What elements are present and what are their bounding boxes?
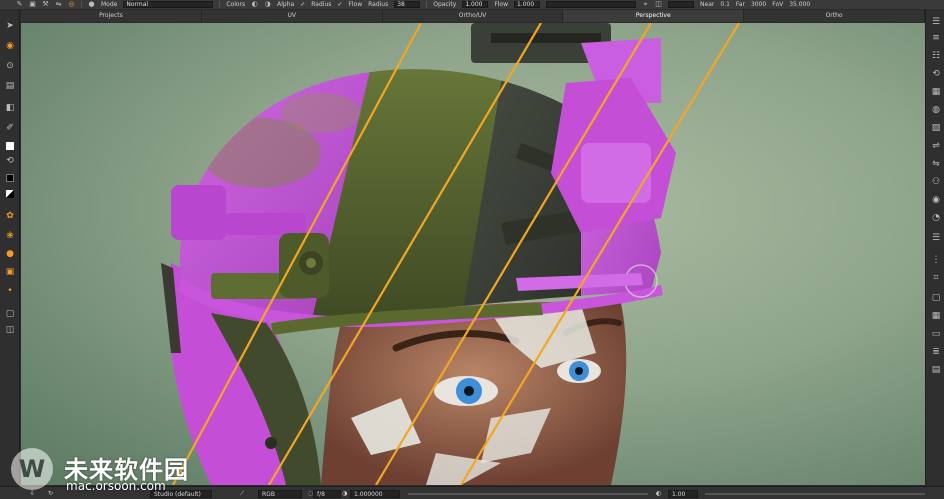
materials-icon[interactable]: ◉ <box>930 194 942 206</box>
lasso-icon[interactable]: ◫ <box>4 324 16 336</box>
clone-icon[interactable]: ⊙ <box>4 60 16 72</box>
tab-perspective[interactable]: Perspective <box>563 10 745 22</box>
mode-label: Mode <box>101 1 118 8</box>
camera-select[interactable] <box>668 1 695 8</box>
far-label: Far <box>735 1 745 8</box>
grid-icon[interactable]: ⋮ <box>930 254 942 266</box>
radius-toggle-label[interactable]: Radius <box>311 1 331 8</box>
camera-icon[interactable]: ⚇ <box>930 176 942 188</box>
fov-value[interactable]: 35.000 <box>789 1 810 8</box>
tab-ortho[interactable]: Ortho <box>744 10 925 22</box>
top-toolbar: ✎ ▣ ⚒ ⇋ ◎ ● Mode Normal Colors ◐ ◑ Alpha… <box>0 0 944 9</box>
mode-select[interactable]: Normal <box>123 1 214 8</box>
paint-bucket-icon[interactable]: ✿ <box>4 210 16 222</box>
face <box>321 301 627 485</box>
watermark-url: mac.orsoon.com <box>66 479 166 493</box>
flow-checkbox[interactable]: ✓ <box>337 1 342 8</box>
background-color-swatch[interactable] <box>4 172 16 184</box>
channel-select[interactable]: RGB <box>258 490 302 498</box>
layers-icon[interactable]: ≡ <box>930 32 942 44</box>
tab-ortho-uv[interactable]: Ortho/UV <box>383 10 564 22</box>
near-value[interactable]: 0.1 <box>720 1 730 8</box>
exposure-field[interactable]: 1.000000 <box>350 490 400 498</box>
palette-icon[interactable]: ▦ <box>930 86 942 98</box>
smear-icon[interactable]: ▤ <box>4 80 16 92</box>
tab-uv[interactable]: UV <box>202 10 383 22</box>
near-label: Near <box>700 1 715 8</box>
viewport-3d[interactable] <box>21 23 925 485</box>
gamma-slider[interactable] <box>705 493 925 495</box>
foreground-color-swatch[interactable] <box>4 140 16 152</box>
watermark-logo: W <box>11 448 53 490</box>
menu-icon[interactable]: ☰ <box>930 16 942 28</box>
lighting-icon[interactable]: ⇋ <box>930 158 942 170</box>
stack-icon[interactable]: ≣ <box>930 346 942 358</box>
filter-icon[interactable]: ▤ <box>930 364 942 376</box>
left-toolbar: ➤ ◉ ⊙ ▤ ◧ ✐ ⟲ ✿ ❀ ● ▣ • ▢ ◫ <box>0 10 20 485</box>
shader-icon[interactable]: ⇌ <box>930 140 942 152</box>
viewport-icon[interactable]: ▢ <box>930 292 942 304</box>
list-icon[interactable]: ☷ <box>930 50 942 62</box>
toolbar-divider <box>81 1 82 8</box>
sphere-icon[interactable]: ● <box>4 248 16 260</box>
bw-color-swatch[interactable] <box>4 188 16 200</box>
gamma-icon: ◐ <box>656 490 662 497</box>
radius-field-label: Radius <box>368 1 389 8</box>
opacity-input[interactable]: 1.000 <box>462 1 489 8</box>
brush-dot-icon[interactable]: ● <box>88 1 95 8</box>
view-cube-icon[interactable]: ◫ <box>655 1 662 8</box>
grid-toggle-icon[interactable]: ▦ <box>930 310 942 322</box>
image-manager-icon[interactable]: ▨ <box>930 122 942 134</box>
camera-icon[interactable]: ⌖ <box>642 1 649 8</box>
pen-icon[interactable]: ✐ <box>4 122 16 134</box>
select-arrow-icon[interactable]: ➤ <box>4 20 16 32</box>
toolbar-divider <box>219 1 221 8</box>
history-icon[interactable]: ⟲ <box>930 68 942 80</box>
texture-icon[interactable]: ◔ <box>930 212 942 224</box>
right-toolbar: ☰ ≡ ☷ ⟲ ▦ ◍ ▨ ⇌ ⇋ ⚇ ◉ ◔ ☰ ⋮ ⌗ ▢ ▦ ▭ ≣ ▤ <box>925 10 944 485</box>
mirror-tool-icon[interactable]: ⇋ <box>55 1 62 8</box>
color-picker-icon[interactable]: ◐ <box>251 1 258 8</box>
swap-color-icon[interactable]: ⟲ <box>4 155 16 167</box>
toolbar-divider <box>426 1 428 8</box>
channels-icon[interactable]: ☰ <box>930 232 942 244</box>
blur-icon[interactable]: ❀ <box>4 230 16 242</box>
gradient-icon[interactable]: ▣ <box>4 266 16 278</box>
color-swap-icon[interactable]: ◑ <box>264 1 271 8</box>
tab-projects[interactable]: Projects <box>21 10 202 22</box>
paint-brush-tool-icon[interactable]: ✎ <box>16 1 23 8</box>
square-select-icon[interactable]: ▢ <box>4 308 16 320</box>
opacity-label: Opacity <box>433 1 457 8</box>
light-icon[interactable]: ⟋ <box>240 490 244 498</box>
colors-label: Colors <box>226 1 246 8</box>
view-tabs: Projects UV Ortho/UV Perspective Ortho <box>21 10 925 22</box>
radius-input[interactable]: 38 <box>394 1 421 8</box>
watermark: W 未来软件园 mac.orsoon.com <box>8 446 208 496</box>
locator-icon[interactable]: ⌗ <box>930 272 942 284</box>
exposure-slider[interactable] <box>408 493 648 495</box>
eraser-icon[interactable]: ◧ <box>4 102 16 114</box>
far-value[interactable]: 3000 <box>751 1 766 8</box>
paint-brush-icon[interactable]: ◉ <box>4 40 16 52</box>
link-tool-icon[interactable]: ⚒ <box>42 1 49 8</box>
flow-field-label: Flow <box>494 1 509 8</box>
gamma-field[interactable]: 1.00 <box>668 490 698 498</box>
radius-checkbox[interactable]: ✓ <box>300 1 305 8</box>
fstop-field[interactable]: f/8 <box>313 490 341 498</box>
flow-input[interactable]: 1.000 <box>514 1 541 8</box>
fov-label: FoV <box>772 1 784 8</box>
flow-toggle-label[interactable]: Flow <box>348 1 362 8</box>
exposure-icon: ◑ <box>342 490 348 497</box>
painted-helmet-model <box>161 23 740 485</box>
active-tool-icon[interactable]: ◎ <box>68 1 75 8</box>
brush-settings-icon[interactable]: ◍ <box>930 104 942 116</box>
marker-icon[interactable]: • <box>4 285 16 297</box>
window-icon[interactable]: ▭ <box>930 328 942 340</box>
alpha-toggle-label[interactable]: Alpha <box>277 1 294 8</box>
box-tool-icon[interactable]: ▣ <box>29 1 36 8</box>
brush-preset-field[interactable] <box>546 1 637 8</box>
